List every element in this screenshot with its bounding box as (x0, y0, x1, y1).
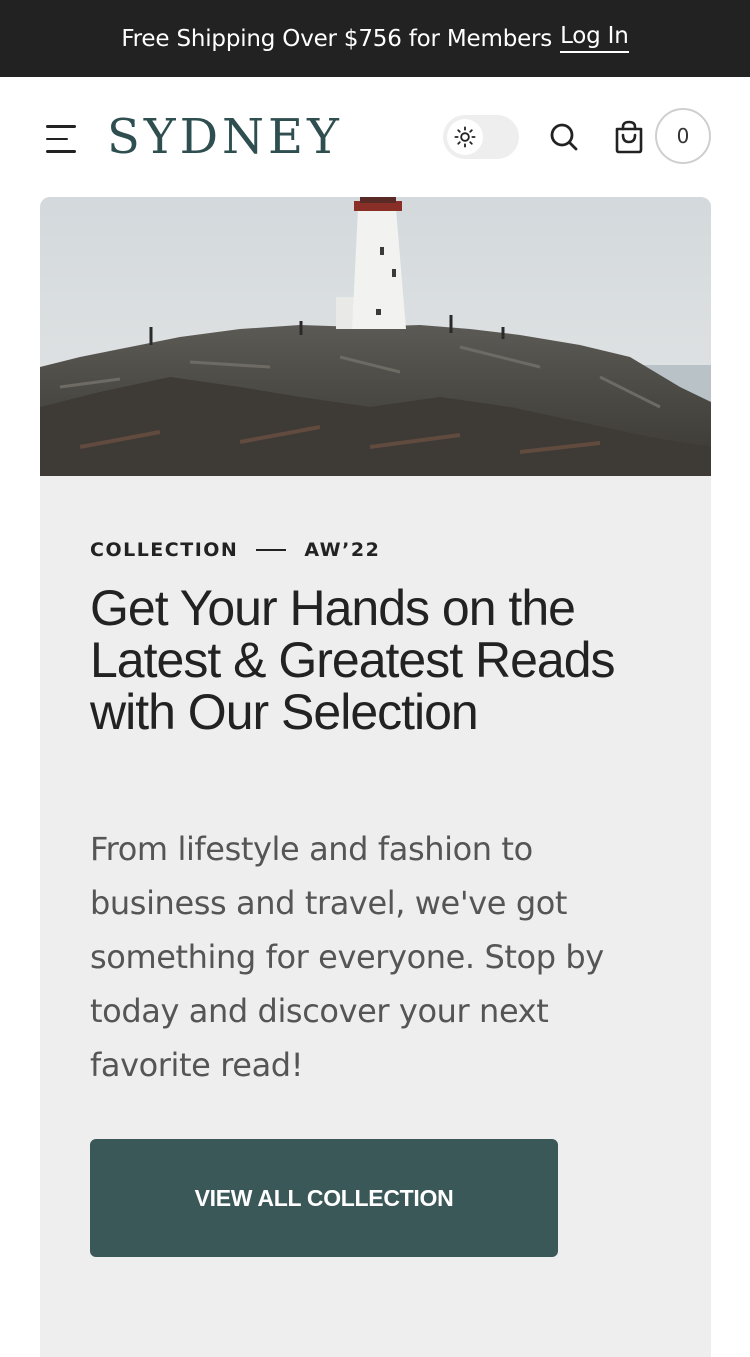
menu-icon-line (46, 125, 76, 128)
announcement-text: Free Shipping Over $756 for Members (121, 25, 553, 52)
eyebrow-divider (256, 549, 287, 551)
sun-icon (447, 119, 483, 155)
announcement-bar: Free Shipping Over $756 for Members Log … (0, 0, 750, 77)
eyebrow-label: COLLECTION (90, 539, 239, 561)
menu-icon-line (46, 150, 76, 153)
shopping-bag-icon[interactable] (607, 117, 651, 157)
search-icon[interactable] (542, 117, 586, 157)
collection-eyebrow: COLLECTION AW’22 (90, 539, 380, 561)
hero-image (40, 197, 711, 476)
hero-description: From lifestyle and fashion to business a… (90, 830, 604, 1084)
hero-card: COLLECTION AW’22 Get Your Hands on the L… (40, 197, 711, 1357)
menu-icon-line (46, 137, 68, 141)
theme-toggle[interactable] (443, 115, 519, 159)
view-all-collection-button[interactable]: VIEW ALL COLLECTION (90, 1139, 558, 1257)
site-logo[interactable]: SYDNEY (107, 107, 343, 167)
eyebrow-season: AW’22 (304, 539, 381, 561)
login-link[interactable]: Log In (560, 23, 629, 54)
menu-icon[interactable] (46, 125, 80, 153)
site-header: SYDNEY 0 (0, 77, 750, 197)
hero-headline: Get Your Hands on the Latest & Greatest … (90, 580, 616, 740)
cart-count-badge[interactable]: 0 (655, 108, 711, 164)
